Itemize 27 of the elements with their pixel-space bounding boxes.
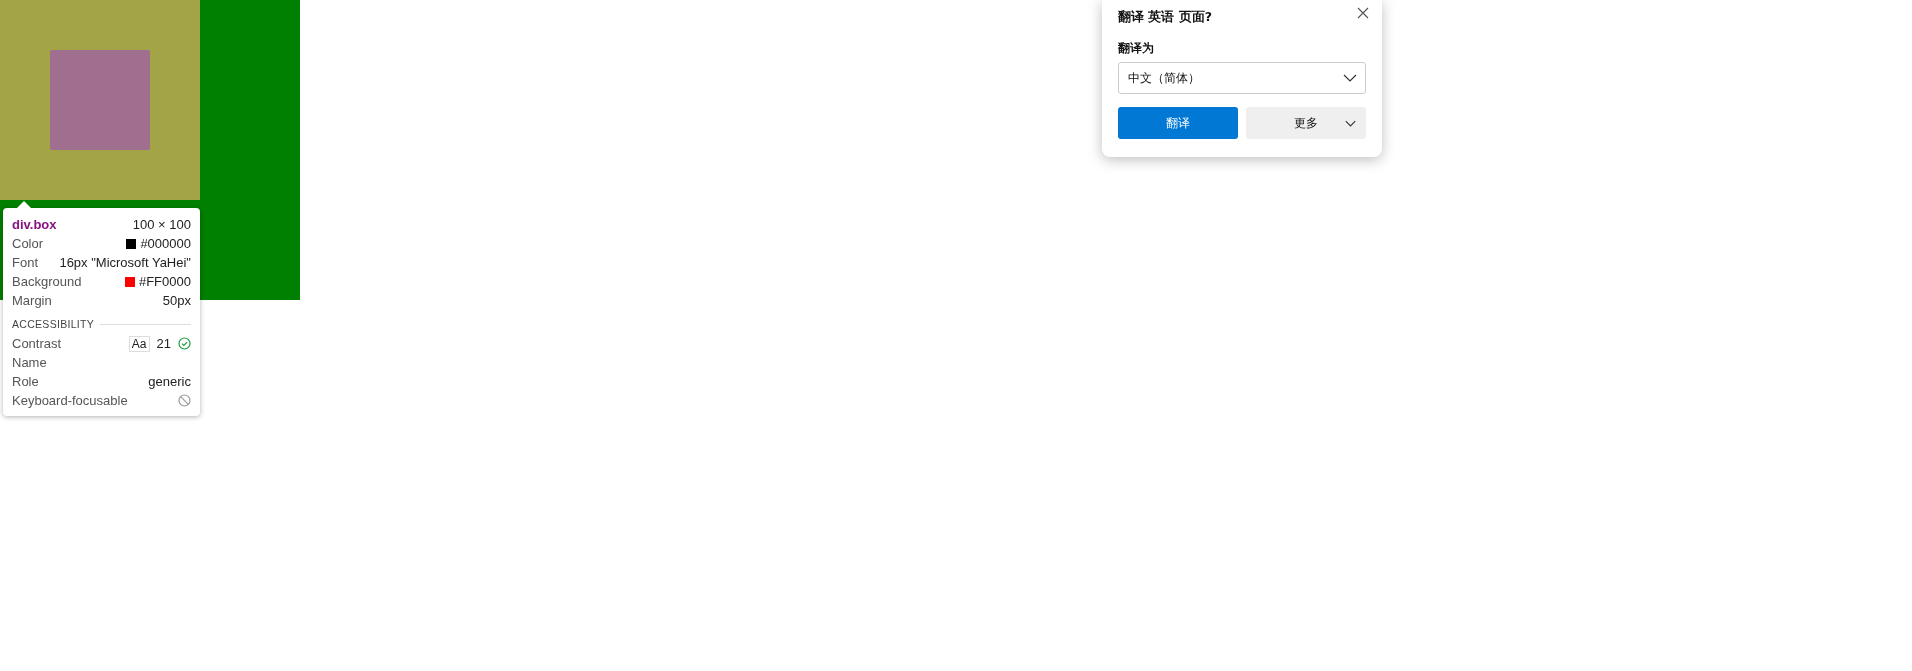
property-label: Role [12,374,39,389]
property-label: Contrast [12,336,62,351]
property-label: Margin [12,293,52,308]
property-value: 16px "Microsoft YaHei" [59,255,191,270]
property-value: #000000 [140,236,191,251]
translate-button[interactable]: 翻译 [1118,107,1238,139]
section-heading: ACCESSIBILITY [12,318,95,330]
property-value: 50px [162,293,191,308]
blocked-icon [178,394,191,407]
element-selector: div.box [12,217,57,232]
chevron-down-icon [1345,119,1356,127]
element-size: 100 × 100 [132,217,191,232]
property-label: Name [12,355,47,370]
language-select[interactable]: 中文（简体） [1118,62,1366,94]
property-label: Keyboard-focusable [12,393,128,408]
field-label: 翻译为 [1118,41,1155,56]
property-label: Color [12,236,44,251]
check-circle-icon [178,337,191,350]
chevron-down-icon [1343,74,1357,82]
property-value: #FF0000 [138,274,191,289]
property-label: Font [12,255,38,270]
property-value: generic [148,374,191,389]
contrast-sample: Aa [128,335,150,352]
property-label: Background [12,274,82,289]
more-button[interactable]: 更多 [1246,107,1366,139]
contrast-value: 21 [156,336,171,351]
popup-title: 翻译 英语 页面? [1118,9,1213,26]
